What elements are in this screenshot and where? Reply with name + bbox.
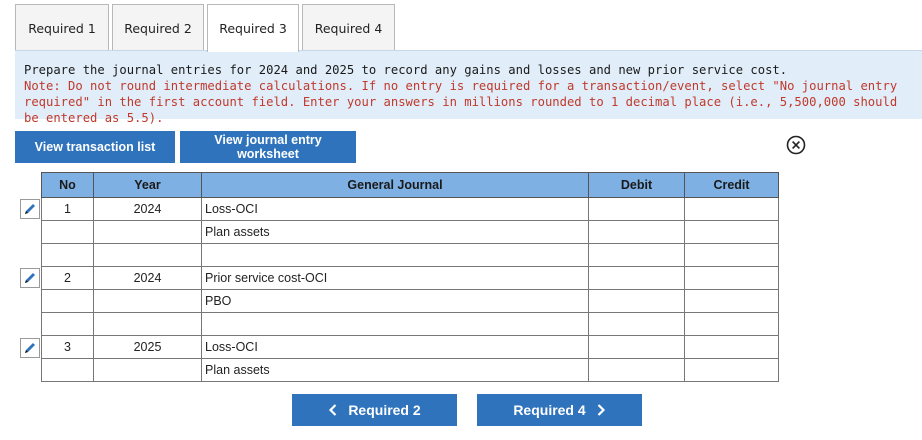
table-header-row: No Year General Journal Debit Credit [41, 172, 779, 198]
chevron-right-icon [597, 404, 605, 416]
cell-debit[interactable] [588, 220, 685, 244]
table-row [41, 243, 779, 267]
table-row: 1 2024 Loss-OCI [41, 197, 779, 221]
cell-credit[interactable] [684, 243, 779, 267]
cell-no: 1 [41, 197, 94, 221]
cell-account[interactable]: PBO [201, 289, 589, 313]
cell-account[interactable]: Loss-OCI [201, 335, 589, 359]
cell-account[interactable]: Plan assets [201, 220, 589, 244]
cell-year: 2024 [93, 266, 202, 290]
cell-debit[interactable] [588, 289, 685, 313]
header-general-journal: General Journal [201, 172, 589, 198]
cell-debit[interactable] [588, 335, 685, 359]
cell-year [93, 220, 202, 244]
cell-no [41, 312, 94, 336]
cell-credit[interactable] [684, 220, 779, 244]
tab-required-1[interactable]: Required 1 [15, 4, 109, 51]
cell-year: 2024 [93, 197, 202, 221]
instructions-panel: Prepare the journal entries for 2024 and… [15, 50, 922, 125]
cell-no: 3 [41, 335, 94, 359]
pencil-icon [25, 343, 35, 353]
tab-required-3[interactable]: Required 3 [207, 4, 299, 52]
header-year: Year [93, 172, 202, 198]
cell-debit[interactable] [588, 358, 685, 382]
pencil-icon [25, 204, 35, 214]
prev-required-2-button[interactable]: Required 2 [292, 394, 457, 426]
cell-account[interactable] [201, 243, 589, 267]
cell-year [93, 243, 202, 267]
cell-no [41, 220, 94, 244]
cell-no [41, 358, 94, 382]
cell-debit[interactable] [588, 197, 685, 221]
cell-account[interactable]: Prior service cost-OCI [201, 266, 589, 290]
cell-debit[interactable] [588, 312, 685, 336]
cell-account[interactable]: Loss-OCI [201, 197, 589, 221]
cell-year: 2025 [93, 335, 202, 359]
next-button-label: Required 4 [513, 402, 586, 418]
chevron-left-icon [329, 404, 337, 416]
tab-required-4[interactable]: Required 4 [302, 4, 395, 51]
edit-entry-3-button[interactable] [20, 338, 40, 358]
tab-required-2[interactable]: Required 2 [112, 4, 204, 51]
table-row [41, 312, 779, 336]
table-row: PBO [41, 289, 779, 313]
header-debit: Debit [588, 172, 685, 198]
cell-credit[interactable] [684, 358, 779, 382]
table-row: Plan assets [41, 220, 779, 244]
cell-credit[interactable] [684, 312, 779, 336]
instructions-note: Note: Do not round intermediate calculat… [24, 79, 898, 125]
cell-account[interactable]: Plan assets [201, 358, 589, 382]
cell-debit[interactable] [588, 243, 685, 267]
cell-debit[interactable] [588, 266, 685, 290]
edit-entry-1-button[interactable] [20, 199, 40, 219]
cell-no: 2 [41, 266, 94, 290]
cell-year [93, 358, 202, 382]
cell-account[interactable] [201, 312, 589, 336]
view-journal-entry-worksheet-button[interactable]: View journal entry worksheet [180, 131, 356, 163]
table-row: 3 2025 Loss-OCI [41, 335, 779, 359]
edit-entry-2-button[interactable] [20, 268, 40, 288]
cell-year [93, 289, 202, 313]
table-row: Plan assets [41, 358, 779, 382]
close-circle-icon[interactable] [786, 135, 806, 155]
header-credit: Credit [684, 172, 779, 198]
cell-year [93, 312, 202, 336]
prev-button-label: Required 2 [348, 402, 421, 418]
cell-credit[interactable] [684, 197, 779, 221]
header-no: No [41, 172, 94, 198]
view-transaction-list-button[interactable]: View transaction list [15, 131, 175, 163]
cell-credit[interactable] [684, 335, 779, 359]
cell-no [41, 289, 94, 313]
pencil-icon [25, 273, 35, 283]
instructions-text: Prepare the journal entries for 2024 and… [24, 63, 788, 77]
cell-no [41, 243, 94, 267]
general-journal-table: No Year General Journal Debit Credit 1 2… [41, 172, 779, 382]
next-required-4-button[interactable]: Required 4 [477, 394, 642, 426]
cell-credit[interactable] [684, 266, 779, 290]
table-row: 2 2024 Prior service cost-OCI [41, 266, 779, 290]
cell-credit[interactable] [684, 289, 779, 313]
